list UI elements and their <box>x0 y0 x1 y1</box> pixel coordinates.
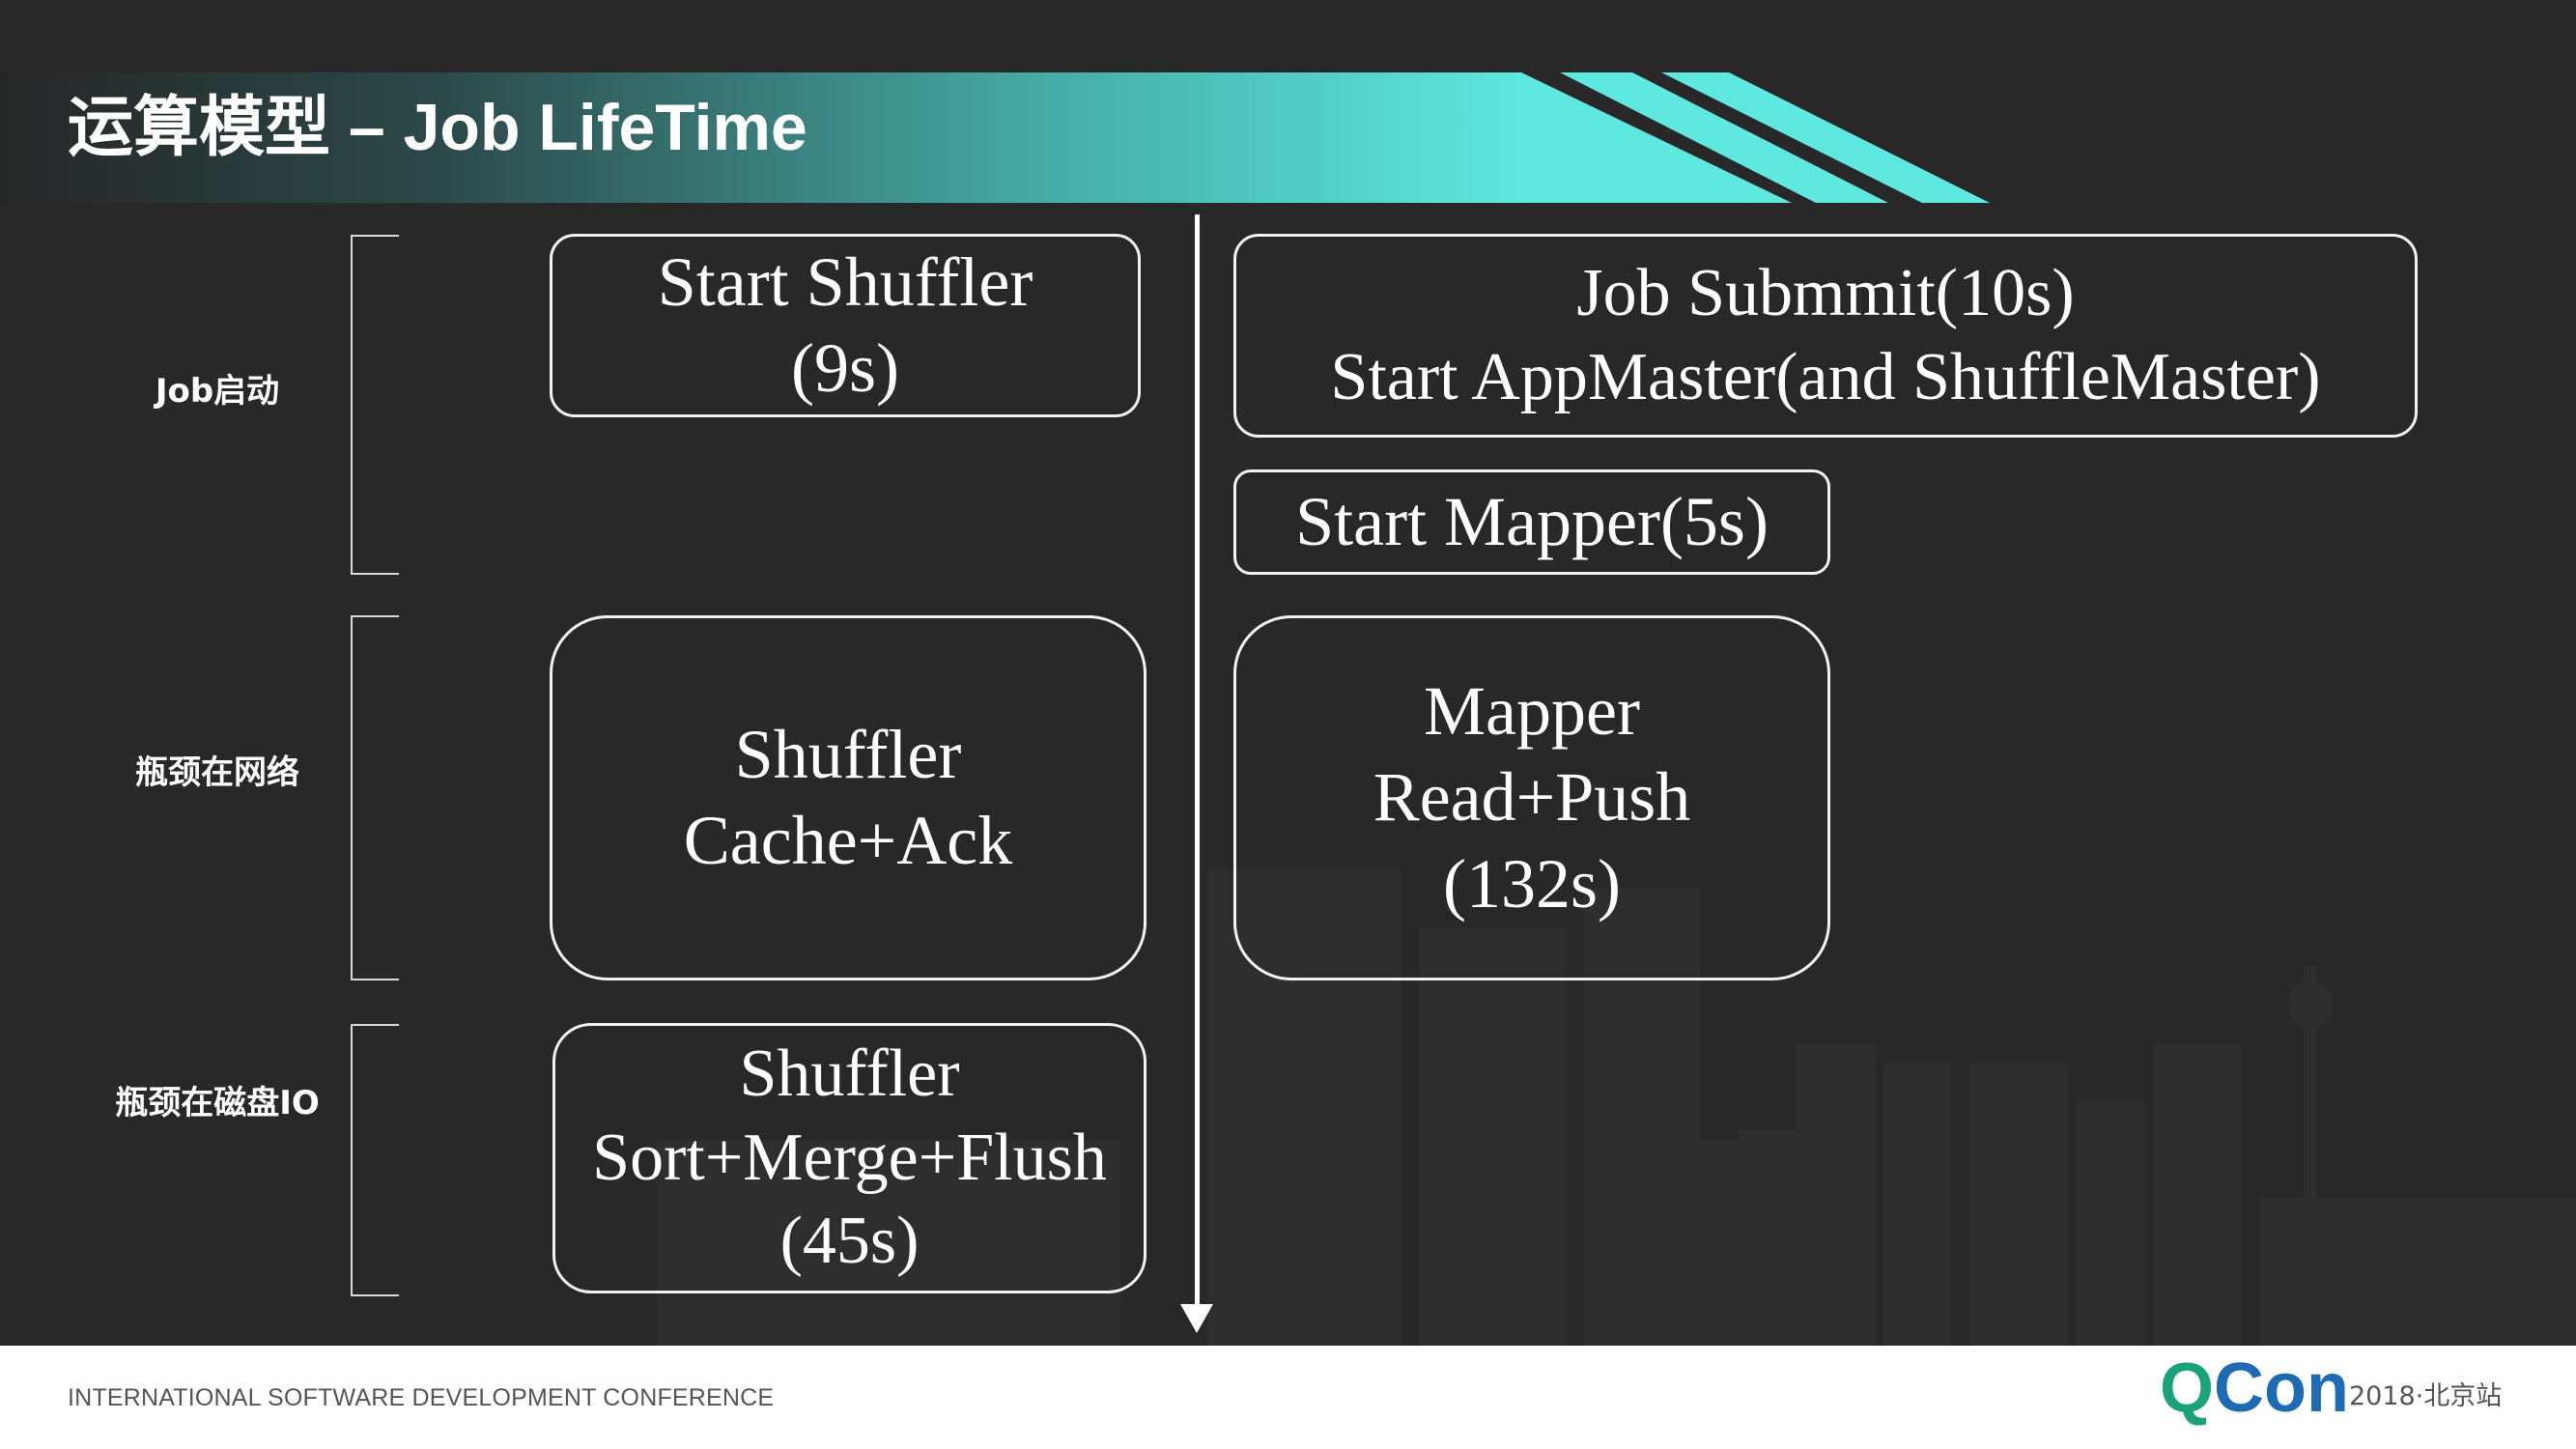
box-line: (45s) <box>779 1204 920 1279</box>
job-submit-appmaster-box: Job Submmit(10s) Start AppMaster(and Shu… <box>1233 234 2418 438</box>
phase-label-disk-io-bottleneck: 瓶颈在磁盘IO <box>115 1084 320 1122</box>
box-line: Sort+Merge+Flush <box>592 1120 1107 1195</box>
page-title: 运算模型 – Job LifeTime <box>68 91 807 164</box>
conference-name: INTERNATIONAL SOFTWARE DEVELOPMENT CONFE… <box>68 1384 775 1411</box>
box-line: Cache+Ack <box>683 802 1013 879</box>
phase-bracket-disk-io-bottleneck <box>351 1024 399 1296</box>
box-line: (9s) <box>791 329 899 407</box>
footer: INTERNATIONAL SOFTWARE DEVELOPMENT CONFE… <box>0 1346 2576 1449</box>
slide: 运算模型 – Job LifeTime Job启动 瓶颈在网络 瓶颈在磁盘IO … <box>0 0 2576 1346</box>
qcon-logo-con: Con <box>2214 1350 2349 1427</box>
mapper-read-push-box: Mapper Read+Push (132s) <box>1233 615 1830 980</box>
box-line: Read+Push <box>1373 758 1691 837</box>
phase-bracket-network-bottleneck <box>351 615 399 980</box>
phase-label-network-bottleneck: 瓶颈在网络 <box>135 753 299 792</box>
conference-edition: 2018·北京站 <box>2349 1381 2503 1411</box>
box-line: Job Submmit(10s) <box>1576 255 2075 330</box>
box-line: (132s) <box>1443 844 1621 923</box>
phase-label-job-start: Job启动 <box>155 372 280 411</box>
shuffler-cache-ack-box: Shuffler Cache+Ack <box>550 615 1146 980</box>
phase-bracket-job-start <box>351 235 399 575</box>
timeline-line <box>1195 214 1200 1316</box>
timeline-arrow-icon <box>1180 1304 1213 1333</box>
box-line: Start Mapper(5s) <box>1295 482 1769 560</box>
box-line: Shuffler <box>739 1036 960 1111</box>
box-line: Shuffler <box>734 715 962 793</box>
start-mapper-box: Start Mapper(5s) <box>1233 469 1830 575</box>
qcon-logo: QCon <box>2160 1353 2349 1423</box>
start-shuffler-box: Start Shuffler (9s) <box>550 234 1141 417</box>
box-line: Start Shuffler <box>657 242 1033 321</box>
shuffler-sort-merge-flush-box: Shuffler Sort+Merge+Flush (45s) <box>552 1023 1146 1293</box>
qcon-logo-q: Q <box>2160 1350 2215 1427</box>
box-line: Mapper <box>1424 672 1640 751</box>
box-line: Start AppMaster(and ShuffleMaster) <box>1330 339 2321 414</box>
